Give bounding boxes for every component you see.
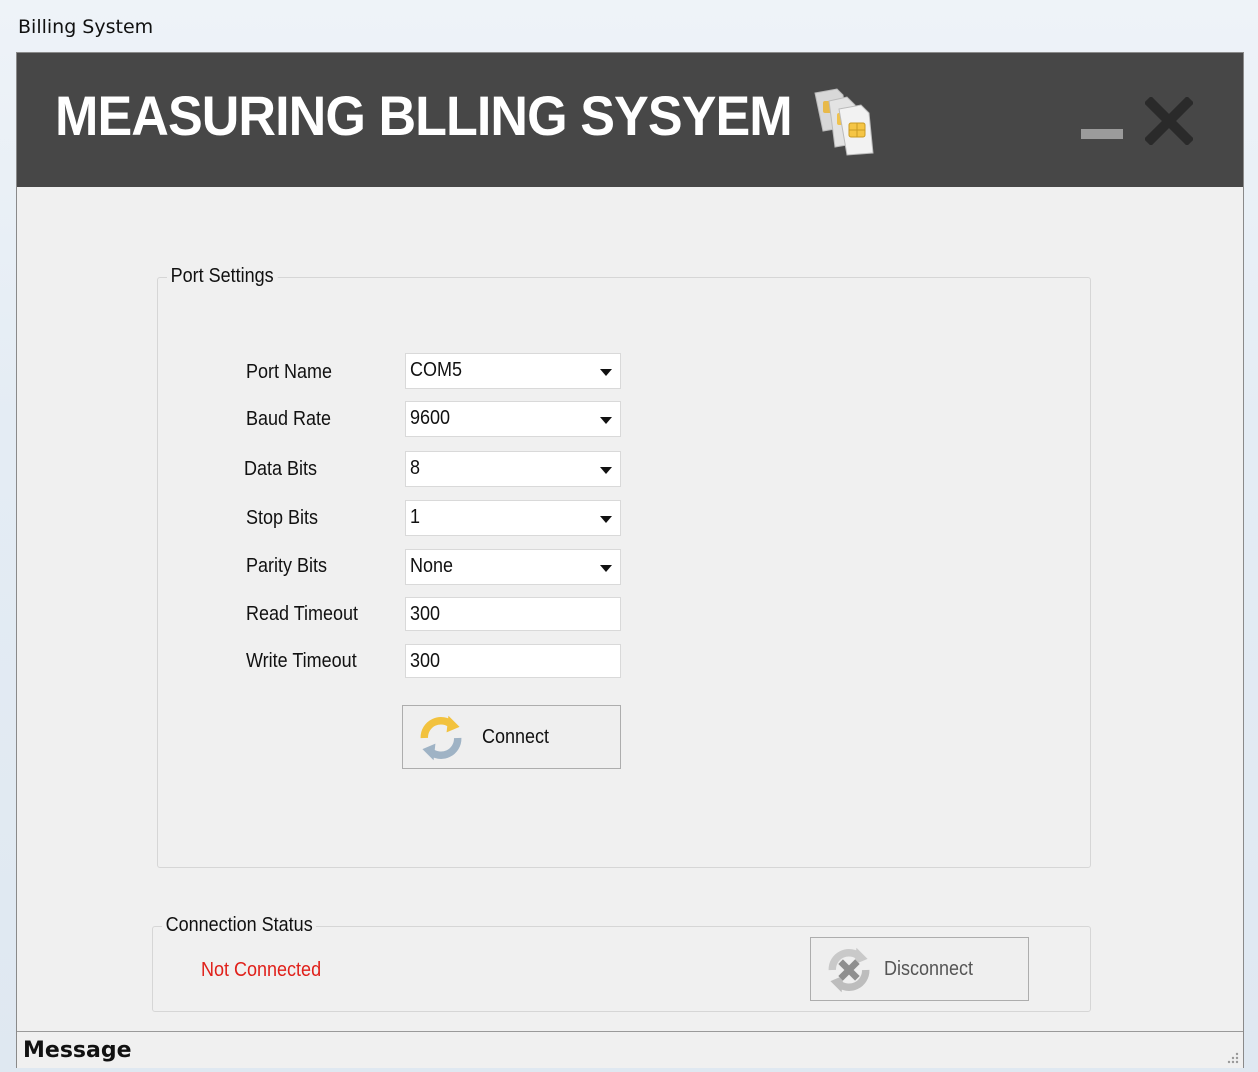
read-timeout-value: 300	[410, 603, 441, 625]
main-window: MEASURING BLLING SYSYEM Port Settings Po…	[16, 52, 1244, 1068]
port-name-dropdown[interactable]: COM5	[405, 353, 621, 389]
parity-bits-dropdown[interactable]: None	[405, 549, 621, 585]
chevron-down-icon	[600, 516, 612, 523]
status-bar: Message	[17, 1031, 1243, 1068]
stop-bits-label: Stop Bits	[246, 507, 319, 529]
stop-bits-dropdown[interactable]: 1	[405, 500, 621, 536]
chevron-down-icon	[600, 369, 612, 376]
outer-window-title: Billing System	[18, 16, 154, 38]
connection-status-legend: Connection Status	[162, 914, 317, 937]
refresh-icon	[420, 715, 462, 761]
data-bits-value: 8	[410, 457, 421, 479]
parity-bits-label: Parity Bits	[246, 555, 328, 577]
port-name-value: COM5	[410, 359, 463, 381]
data-bits-label: Data Bits	[244, 458, 318, 480]
sim-card-icon	[814, 88, 874, 156]
read-timeout-label: Read Timeout	[246, 603, 359, 625]
connect-label: Connect	[482, 726, 550, 748]
chevron-down-icon	[600, 417, 612, 424]
data-bits-dropdown[interactable]: 8	[405, 451, 621, 487]
read-timeout-input[interactable]: 300	[405, 597, 621, 631]
header-bar: MEASURING BLLING SYSYEM	[17, 53, 1243, 187]
port-settings-legend: Port Settings	[167, 265, 278, 288]
close-button[interactable]	[1145, 97, 1193, 145]
minimize-button[interactable]	[1081, 129, 1123, 139]
connection-status-text: Not Connected	[201, 959, 322, 981]
parity-bits-value: None	[410, 555, 454, 577]
baud-rate-value: 9600	[410, 407, 451, 429]
baud-rate-dropdown[interactable]: 9600	[405, 401, 621, 437]
baud-rate-label: Baud Rate	[246, 408, 332, 430]
disconnect-button[interactable]: Disconnect	[810, 937, 1029, 1001]
status-message: Message	[23, 1038, 132, 1063]
disconnect-icon	[828, 947, 870, 993]
disconnect-label: Disconnect	[884, 958, 974, 980]
write-timeout-value: 300	[410, 650, 441, 672]
chevron-down-icon	[600, 565, 612, 572]
app-title: MEASURING BLLING SYSYEM	[55, 84, 793, 147]
resize-grip-icon[interactable]	[1225, 1050, 1239, 1064]
stop-bits-value: 1	[410, 506, 421, 528]
port-name-label: Port Name	[246, 361, 333, 383]
write-timeout-input[interactable]: 300	[405, 644, 621, 678]
connect-button[interactable]: Connect	[402, 705, 621, 769]
chevron-down-icon	[600, 467, 612, 474]
write-timeout-label: Write Timeout	[246, 650, 357, 672]
